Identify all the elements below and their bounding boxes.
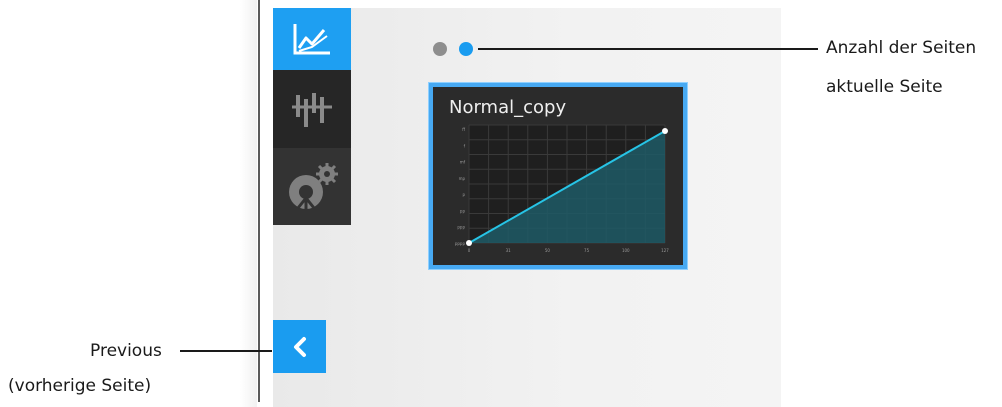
x-tick-label: 75: [584, 248, 590, 253]
y-tick-label: f: [464, 143, 466, 148]
x-tick-label: 100: [622, 248, 630, 253]
y-tick-label: pppp: [455, 241, 466, 246]
sidebar-item-settings[interactable]: [273, 148, 351, 225]
callout-current-page: aktuelle Seite: [826, 77, 943, 97]
sidebar-item-velocity[interactable]: [273, 70, 351, 148]
sidebar-item-chart[interactable]: [273, 8, 351, 70]
y-tick-label: pp: [460, 208, 466, 213]
divider-line: [258, 0, 260, 402]
previous-page-button[interactable]: [273, 320, 326, 373]
callout-previous: Previous: [90, 341, 162, 361]
curve-card[interactable]: Normal_copy ff f mf mp p pp ppp pppp 0 31 50 75 100 1…: [429, 83, 687, 269]
line-chart-icon: [293, 24, 330, 55]
curve-point-start[interactable]: [466, 240, 472, 246]
callout-line-previous: [180, 350, 272, 352]
y-tick-label: mf: [460, 160, 466, 165]
y-tick-label: ppp: [457, 225, 465, 230]
background-strip: [240, 0, 257, 407]
sidebar: [273, 8, 351, 225]
page-dot-current[interactable]: [459, 42, 473, 56]
x-tick-label: 127: [661, 248, 669, 253]
y-tick-label: ff: [462, 127, 465, 132]
callout-line-pages: [478, 48, 818, 50]
x-tick-label: 0: [468, 248, 471, 253]
y-tick-label: mp: [459, 176, 466, 181]
callout-previous-sub: (vorherige Seite): [8, 376, 152, 396]
annotated-screenshot: Anzahl der Seiten aktuelle Seite Previou…: [0, 0, 1002, 407]
dial-settings-icon: [289, 162, 338, 209]
x-tick-label: 50: [545, 248, 551, 253]
velocity-curve-graph: fffmfmppppppppppp0 31 50 75 100 127: [455, 124, 669, 253]
waveform-icon: [292, 93, 332, 127]
y-tick-label: p: [462, 192, 465, 197]
curve-point-end[interactable]: [662, 128, 668, 134]
callout-page-count: Anzahl der Seiten: [826, 38, 977, 58]
x-tick-label: 31: [506, 248, 512, 253]
page-dot-1[interactable]: [433, 42, 447, 56]
chevron-left-icon: [293, 336, 306, 357]
